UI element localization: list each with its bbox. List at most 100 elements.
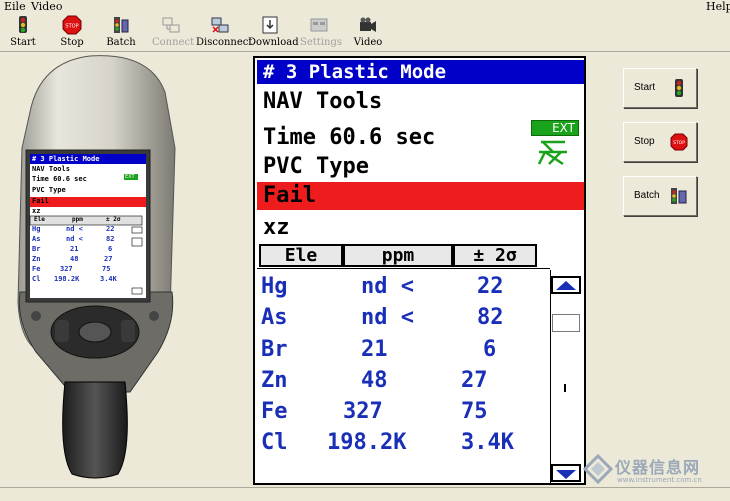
measurement-time: Time 60.6 sec	[263, 125, 436, 150]
watermark: 仪器信息网 www.instrument.com.cn	[583, 452, 728, 488]
cell-element: Fe	[261, 399, 288, 424]
chair-icon	[537, 140, 567, 166]
svg-text:STOP: STOP	[65, 24, 78, 30]
scroll-up-button[interactable]	[551, 276, 581, 294]
stop-sign-icon: STOP	[62, 15, 82, 35]
device-screen-header: Ele ppm ± 2σ	[32, 215, 146, 224]
xrf-analyzer-device: # 3 Plastic Mode NAV Tools Time 60.6 sec…	[0, 52, 250, 482]
device-row-ele: Fe	[32, 265, 41, 273]
device-row-ppm: 21	[70, 245, 79, 253]
column-header-error: ± 2σ	[453, 244, 537, 267]
device-screen-row: Zn 48 27	[32, 254, 146, 264]
device-row-err: 27	[104, 255, 113, 263]
cell-error: 27	[461, 368, 488, 393]
toolbar-connect-button[interactable]: Connect	[152, 15, 194, 49]
device-screen-row: Hg nd < 22	[32, 224, 146, 234]
cell-ppm: 48	[361, 368, 388, 393]
batch-button-label: Batch	[634, 190, 660, 201]
ext-battery-icon: EXT	[531, 120, 579, 136]
stop-button[interactable]: Stop STOP	[623, 122, 697, 162]
settings-icon	[309, 15, 329, 35]
stop-sign-icon: STOP	[670, 133, 688, 151]
toolbar: Start STOP Stop Batch Connect Disconnect…	[0, 13, 730, 52]
menu-bar: Eile Video Help	[0, 0, 730, 13]
toolbar-settings-button[interactable]: Settings	[300, 15, 342, 49]
status-bar	[0, 487, 730, 501]
cell-error: 82	[477, 305, 504, 330]
cell-ppm: 21	[361, 337, 388, 362]
watermark-text: 仪器信息网	[615, 458, 701, 477]
device-row-ppm: 198.2K	[54, 275, 80, 283]
menu-help[interactable]: Help	[706, 0, 730, 13]
menu-file[interactable]: Eile	[4, 0, 26, 13]
stop-button-label: Stop	[634, 136, 655, 147]
material-type: PVC Type	[263, 154, 369, 179]
disconnect-icon	[210, 15, 230, 35]
table-row: Hg nd < 22	[261, 272, 551, 302]
device-row-ele: Zn	[32, 255, 41, 263]
cell-error: 22	[477, 274, 504, 299]
watermark-logo-icon	[583, 454, 613, 484]
scrollbar-thumb[interactable]	[552, 314, 580, 332]
toolbar-disconnect-label: Disconnect	[196, 37, 253, 48]
nav-tools-label[interactable]: NAV Tools	[263, 88, 382, 116]
device-screen-title: # 3 Plastic Mode	[32, 155, 100, 163]
device-row-err: 6	[108, 245, 113, 253]
cell-element: Cl	[261, 430, 288, 455]
toolbar-settings-label: Settings	[300, 37, 342, 48]
device-row-ele: Cl	[32, 275, 41, 283]
device-screen-row: Fe 327 75	[32, 264, 146, 274]
column-header-ele: Ele	[259, 244, 343, 267]
traffic-light-icon	[13, 15, 33, 35]
device-screen-result: Fail	[32, 197, 49, 205]
toolbar-video-button[interactable]: Video	[352, 15, 384, 49]
toolbar-disconnect-button[interactable]: Disconnect	[196, 15, 252, 49]
cell-error: 75	[461, 399, 488, 424]
device-ext-label: EXT	[125, 174, 135, 180]
device-row-err: 3.4K	[100, 275, 117, 283]
result-status-badge: Fail	[257, 182, 584, 210]
toolbar-stop-label: Stop	[60, 37, 84, 48]
xz-label: xz	[263, 215, 290, 240]
toolbar-start-button[interactable]: Start	[8, 15, 38, 49]
mode-title: # 3 Plastic Mode	[257, 60, 584, 84]
device-row-ppm: nd <	[66, 235, 83, 243]
toolbar-batch-button[interactable]: Batch	[106, 15, 136, 49]
table-row: Cl 198.2K 3.4K	[261, 428, 551, 458]
scroll-down-button[interactable]	[551, 464, 581, 482]
scroll-marker	[564, 384, 566, 392]
device-row-ppm: 327	[60, 265, 73, 273]
toolbar-video-label: Video	[353, 37, 383, 48]
cell-ppm: 198.2K	[327, 430, 407, 455]
cell-error: 6	[483, 337, 497, 362]
toolbar-download-label: Download	[248, 37, 299, 48]
device-screen-tools: NAV Tools	[32, 165, 70, 173]
toolbar-stop-button[interactable]: STOP Stop	[58, 15, 86, 49]
device-row-ele: As	[32, 235, 41, 243]
table-row: As nd < 82	[261, 303, 551, 333]
toolbar-start-label: Start	[10, 37, 36, 48]
toolbar-batch-label: Batch	[106, 37, 136, 48]
cell-element: Zn	[261, 368, 288, 393]
device-row-ele: Hg	[32, 225, 41, 233]
device-screen-row: As nd < 82	[32, 234, 146, 244]
device-row-err: 22	[106, 225, 115, 233]
table-row: Fe 327 75	[261, 397, 551, 427]
batch-button[interactable]: Batch	[623, 176, 697, 216]
watermark-url: www.instrument.com.cn	[617, 476, 702, 484]
table-row: Br 21 6	[261, 335, 551, 365]
scrollbar-track[interactable]	[550, 270, 551, 483]
toolbar-download-button[interactable]: Download	[248, 15, 299, 49]
display-panel: # 3 Plastic Mode NAV Tools Time 60.6 sec…	[253, 56, 586, 485]
download-icon	[260, 15, 280, 35]
menu-video[interactable]: Video	[31, 0, 62, 13]
table-row: Zn 48 27	[261, 366, 551, 396]
cell-element: As	[261, 305, 288, 330]
arrow-up-icon	[556, 281, 576, 290]
device-screen-row: Br 21 6	[32, 244, 146, 254]
device-row-ppm: 48	[70, 255, 79, 263]
start-button[interactable]: Start	[623, 68, 697, 108]
video-camera-icon	[358, 15, 378, 35]
device-screen-rows: Hg nd < 22 As nd < 82 Br 21 6 Zn 48 27 Fe 327 75 C…	[32, 224, 146, 284]
device-row-err: 75	[102, 265, 111, 273]
